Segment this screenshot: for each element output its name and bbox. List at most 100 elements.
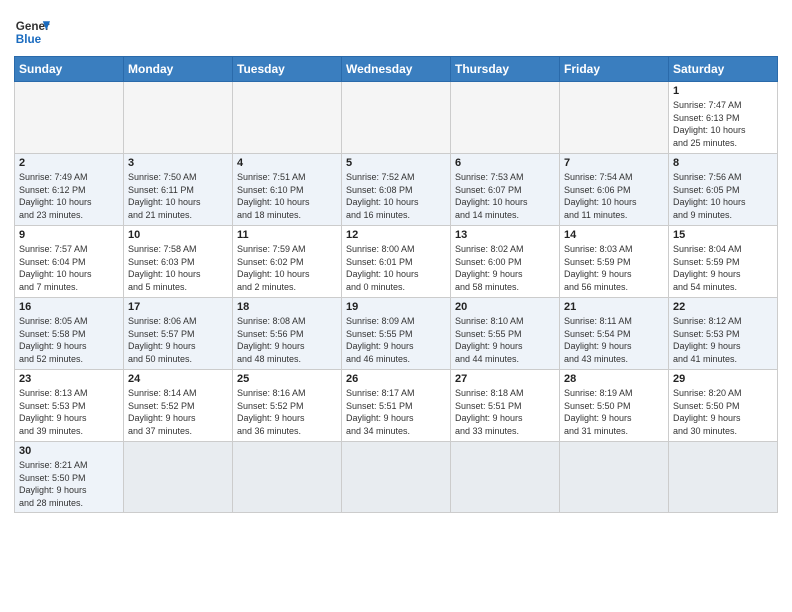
- day-number: 27: [455, 373, 555, 385]
- day-info: Sunrise: 8:13 AM Sunset: 5:53 PM Dayligh…: [19, 387, 119, 437]
- calendar-cell: 1 Sunrise: 7:47 AM Sunset: 6:13 PM Daylig…: [669, 82, 778, 154]
- day-info: Sunrise: 8:05 AM Sunset: 5:58 PM Dayligh…: [19, 315, 119, 365]
- calendar-cell: 10 Sunrise: 7:58 AM Sunset: 6:03 PM Dayli…: [124, 226, 233, 298]
- day-number: 9: [19, 229, 119, 241]
- day-info: Sunrise: 8:02 AM Sunset: 6:00 PM Dayligh…: [455, 243, 555, 293]
- calendar-cell: [560, 442, 669, 513]
- day-number: 22: [673, 301, 773, 313]
- day-info: Sunrise: 8:09 AM Sunset: 5:55 PM Dayligh…: [346, 315, 446, 365]
- day-info: Sunrise: 8:10 AM Sunset: 5:55 PM Dayligh…: [455, 315, 555, 365]
- day-number: 12: [346, 229, 446, 241]
- calendar-cell: 13 Sunrise: 8:02 AM Sunset: 6:00 PM Dayli…: [451, 226, 560, 298]
- calendar-cell: 23Sunrise: 8:13 AM Sunset: 5:53 PM Dayli…: [15, 370, 124, 442]
- day-number: 3: [128, 157, 228, 169]
- calendar-cell: 7Sunrise: 7:54 AM Sunset: 6:06 PM Daylig…: [560, 154, 669, 226]
- week-row-5: 23Sunrise: 8:13 AM Sunset: 5:53 PM Dayli…: [15, 370, 778, 442]
- calendar-cell: 24Sunrise: 8:14 AM Sunset: 5:52 PM Dayli…: [124, 370, 233, 442]
- calendar-cell: 27 Sunrise: 8:18 AM Sunset: 5:51 PM Dayli…: [451, 370, 560, 442]
- day-info: Sunrise: 7:50 AM Sunset: 6:11 PM Dayligh…: [128, 171, 228, 221]
- calendar-cell: 14Sunrise: 8:03 AM Sunset: 5:59 PM Dayli…: [560, 226, 669, 298]
- calendar-cell: 29 Sunrise: 8:20 AM Sunset: 5:50 PM Dayli…: [669, 370, 778, 442]
- calendar-cell: [342, 82, 451, 154]
- day-info: Sunrise: 7:52 AM Sunset: 6:08 PM Dayligh…: [346, 171, 446, 221]
- day-number: 25: [237, 373, 337, 385]
- week-row-1: 1 Sunrise: 7:47 AM Sunset: 6:13 PM Daylig…: [15, 82, 778, 154]
- week-row-6: 30 Sunrise: 8:21 AM Sunset: 5:50 PM Dayli…: [15, 442, 778, 513]
- day-number: 18: [237, 301, 337, 313]
- day-info: Sunrise: 7:58 AM Sunset: 6:03 PM Dayligh…: [128, 243, 228, 293]
- day-info: Sunrise: 8:14 AM Sunset: 5:52 PM Dayligh…: [128, 387, 228, 437]
- weekday-header-tuesday: Tuesday: [233, 57, 342, 82]
- calendar-cell: [342, 442, 451, 513]
- calendar-cell: 30 Sunrise: 8:21 AM Sunset: 5:50 PM Dayli…: [15, 442, 124, 513]
- day-number: 7: [564, 157, 664, 169]
- calendar-cell: [560, 82, 669, 154]
- calendar-cell: 8Sunrise: 7:56 AM Sunset: 6:05 PM Daylig…: [669, 154, 778, 226]
- day-info: Sunrise: 8:11 AM Sunset: 5:54 PM Dayligh…: [564, 315, 664, 365]
- calendar-cell: 17 Sunrise: 8:06 AM Sunset: 5:57 PM Dayli…: [124, 298, 233, 370]
- day-number: 11: [237, 229, 337, 241]
- day-info: Sunrise: 8:06 AM Sunset: 5:57 PM Dayligh…: [128, 315, 228, 365]
- calendar-cell: 5 Sunrise: 7:52 AM Sunset: 6:08 PM Daylig…: [342, 154, 451, 226]
- calendar-cell: [451, 82, 560, 154]
- calendar-cell: 18Sunrise: 8:08 AM Sunset: 5:56 PM Dayli…: [233, 298, 342, 370]
- calendar-cell: 11Sunrise: 7:59 AM Sunset: 6:02 PM Dayli…: [233, 226, 342, 298]
- day-info: Sunrise: 7:53 AM Sunset: 6:07 PM Dayligh…: [455, 171, 555, 221]
- day-info: Sunrise: 7:51 AM Sunset: 6:10 PM Dayligh…: [237, 171, 337, 221]
- calendar-cell: 20 Sunrise: 8:10 AM Sunset: 5:55 PM Dayli…: [451, 298, 560, 370]
- calendar-cell: [451, 442, 560, 513]
- day-info: Sunrise: 7:57 AM Sunset: 6:04 PM Dayligh…: [19, 243, 119, 293]
- day-number: 21: [564, 301, 664, 313]
- header: General Blue: [14, 10, 778, 50]
- day-number: 6: [455, 157, 555, 169]
- calendar-cell: [15, 82, 124, 154]
- calendar-cell: [124, 82, 233, 154]
- calendar-cell: 3 Sunrise: 7:50 AM Sunset: 6:11 PM Daylig…: [124, 154, 233, 226]
- day-number: 2: [19, 157, 119, 169]
- day-number: 4: [237, 157, 337, 169]
- calendar-cell: [124, 442, 233, 513]
- day-number: 10: [128, 229, 228, 241]
- day-number: 14: [564, 229, 664, 241]
- day-number: 26: [346, 373, 446, 385]
- weekday-header-row: SundayMondayTuesdayWednesdayThursdayFrid…: [15, 57, 778, 82]
- day-info: Sunrise: 7:49 AM Sunset: 6:12 PM Dayligh…: [19, 171, 119, 221]
- day-number: 5: [346, 157, 446, 169]
- day-info: Sunrise: 8:17 AM Sunset: 5:51 PM Dayligh…: [346, 387, 446, 437]
- day-info: Sunrise: 8:18 AM Sunset: 5:51 PM Dayligh…: [455, 387, 555, 437]
- calendar-cell: 25Sunrise: 8:16 AM Sunset: 5:52 PM Dayli…: [233, 370, 342, 442]
- calendar-cell: [233, 442, 342, 513]
- day-number: 19: [346, 301, 446, 313]
- weekday-header-monday: Monday: [124, 57, 233, 82]
- day-number: 15: [673, 229, 773, 241]
- logo: General Blue: [14, 10, 50, 50]
- day-info: Sunrise: 8:21 AM Sunset: 5:50 PM Dayligh…: [19, 459, 119, 509]
- day-number: 13: [455, 229, 555, 241]
- day-number: 20: [455, 301, 555, 313]
- weekday-header-sunday: Sunday: [15, 57, 124, 82]
- svg-text:Blue: Blue: [16, 33, 42, 46]
- week-row-2: 2 Sunrise: 7:49 AM Sunset: 6:12 PM Daylig…: [15, 154, 778, 226]
- day-number: 30: [19, 445, 119, 457]
- calendar-cell: 26 Sunrise: 8:17 AM Sunset: 5:51 PM Dayli…: [342, 370, 451, 442]
- calendar-cell: 4 Sunrise: 7:51 AM Sunset: 6:10 PM Daylig…: [233, 154, 342, 226]
- week-row-3: 9 Sunrise: 7:57 AM Sunset: 6:04 PM Daylig…: [15, 226, 778, 298]
- day-number: 1: [673, 85, 773, 97]
- calendar-cell: [233, 82, 342, 154]
- day-info: Sunrise: 8:04 AM Sunset: 5:59 PM Dayligh…: [673, 243, 773, 293]
- day-number: 17: [128, 301, 228, 313]
- calendar-cell: 6 Sunrise: 7:53 AM Sunset: 6:07 PM Daylig…: [451, 154, 560, 226]
- calendar-page: General Blue SundayMondayTuesdayWednesda…: [0, 0, 792, 612]
- day-info: Sunrise: 8:20 AM Sunset: 5:50 PM Dayligh…: [673, 387, 773, 437]
- day-info: Sunrise: 8:19 AM Sunset: 5:50 PM Dayligh…: [564, 387, 664, 437]
- calendar-cell: 16Sunrise: 8:05 AM Sunset: 5:58 PM Dayli…: [15, 298, 124, 370]
- day-info: Sunrise: 7:47 AM Sunset: 6:13 PM Dayligh…: [673, 99, 773, 149]
- week-row-4: 16Sunrise: 8:05 AM Sunset: 5:58 PM Dayli…: [15, 298, 778, 370]
- weekday-header-saturday: Saturday: [669, 57, 778, 82]
- calendar-cell: 12Sunrise: 8:00 AM Sunset: 6:01 PM Dayli…: [342, 226, 451, 298]
- day-number: 29: [673, 373, 773, 385]
- calendar-cell: 9 Sunrise: 7:57 AM Sunset: 6:04 PM Daylig…: [15, 226, 124, 298]
- day-info: Sunrise: 7:56 AM Sunset: 6:05 PM Dayligh…: [673, 171, 773, 221]
- calendar-cell: 19 Sunrise: 8:09 AM Sunset: 5:55 PM Dayli…: [342, 298, 451, 370]
- calendar-cell: 2 Sunrise: 7:49 AM Sunset: 6:12 PM Daylig…: [15, 154, 124, 226]
